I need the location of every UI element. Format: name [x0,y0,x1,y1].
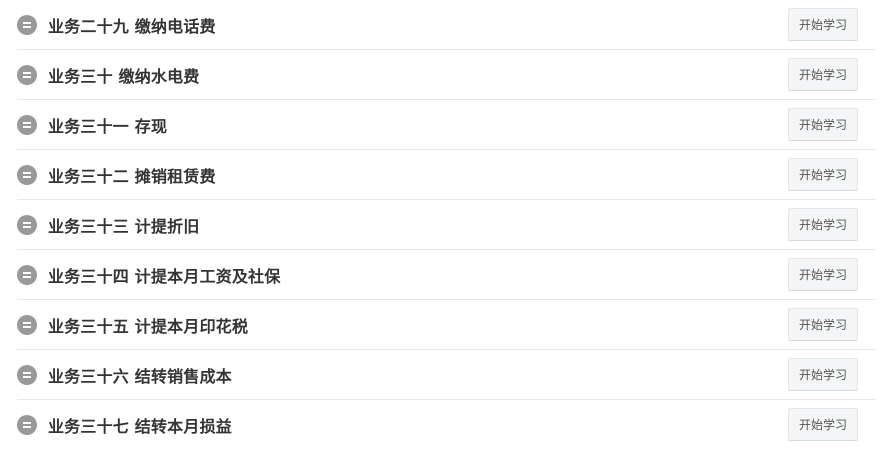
lesson-title: 业务三十一 存现 [48,116,168,136]
start-learning-button[interactable]: 开始学习 [788,57,858,91]
lesson-row: 业务三十七 结转本月损益 开始学习 [17,400,876,450]
lesson-title: 业务三十七 结转本月损益 [48,417,232,436]
lesson-title: 业务三十二 摊销租赁费 [48,166,216,186]
start-learning-button[interactable]: 开始学习 [788,7,858,41]
lesson-row: 业务三十四 计提本月工资及社保 开始学习 [17,250,876,300]
lesson-list-icon [17,114,37,135]
lesson-list-icon [17,314,37,335]
start-learning-button[interactable]: 开始学习 [788,408,858,441]
start-learning-button[interactable]: 开始学习 [788,357,858,391]
lesson-row: 业务三十五 计提本月印花税 开始学习 [17,300,876,350]
lesson-list-icon [17,364,37,385]
start-learning-button[interactable]: 开始学习 [788,107,858,141]
lesson-row: 业务二十九 缴纳电话费 开始学习 [17,0,876,50]
lesson-row: 业务三十六 结转销售成本 开始学习 [17,350,876,400]
lesson-title: 业务二十九 缴纳电话费 [48,16,216,36]
start-learning-button[interactable]: 开始学习 [788,207,858,241]
lesson-list-icon [17,14,37,35]
lesson-list-icon [17,264,37,285]
lesson-list-icon [17,214,37,235]
lesson-list-icon [17,64,37,85]
start-learning-button[interactable]: 开始学习 [788,307,858,341]
lesson-title: 业务三十 缴纳水电费 [48,66,200,86]
lesson-title: 业务三十四 计提本月工资及社保 [48,266,281,286]
start-learning-button[interactable]: 开始学习 [788,257,858,291]
lesson-row: 业务三十一 存现 开始学习 [17,100,876,150]
lesson-title: 业务三十五 计提本月印花税 [48,316,249,336]
start-learning-button[interactable]: 开始学习 [788,157,858,191]
lesson-list-icon [17,415,37,435]
lesson-title: 业务三十三 计提折旧 [48,216,200,236]
lesson-list-icon [17,164,37,185]
lesson-row: 业务三十 缴纳水电费 开始学习 [17,50,876,100]
lesson-row: 业务三十三 计提折旧 开始学习 [17,200,876,250]
lesson-list: 业务二十九 缴纳电话费 开始学习 业务三十 缴纳水电费 开始学习 业务三十一 存… [17,0,876,450]
lesson-row: 业务三十二 摊销租赁费 开始学习 [17,150,876,200]
lesson-title: 业务三十六 结转销售成本 [48,366,232,386]
